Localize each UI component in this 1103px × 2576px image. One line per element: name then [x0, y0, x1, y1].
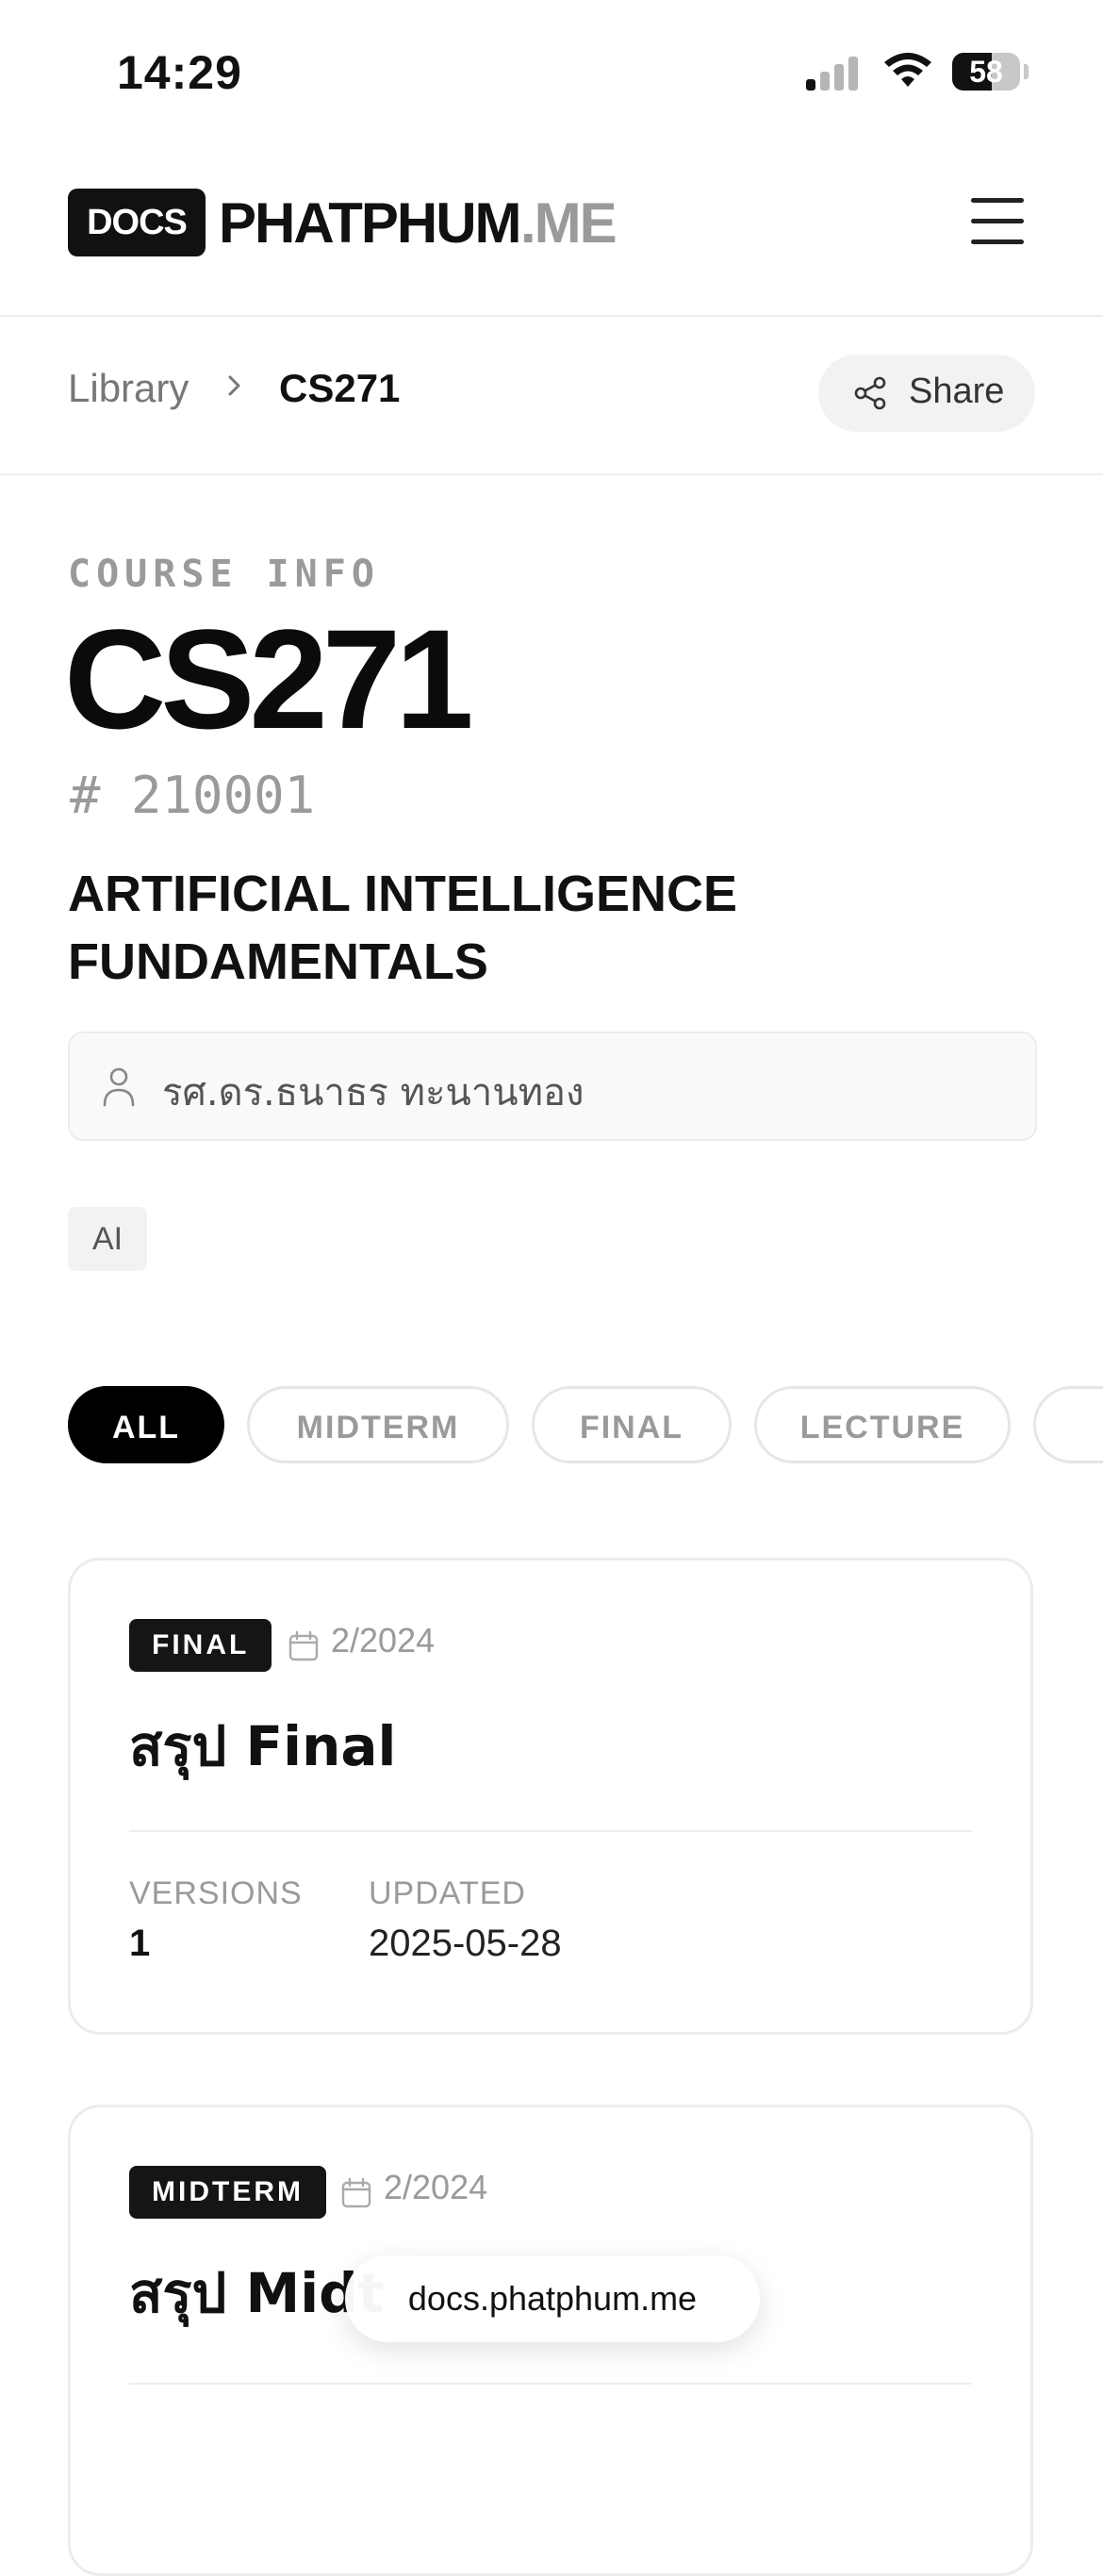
status-time: 14:29	[117, 46, 242, 99]
course-title: ARTIFICIAL INTELLIGENCE FUNDAMENTALS	[68, 860, 916, 996]
updated-value: 2025-05-28	[369, 1923, 562, 1964]
site-header: DOCS PHATPHUM .ME	[0, 141, 1103, 317]
breadcrumb-current: CS271	[279, 366, 401, 410]
breadcrumb: Library CS271 Share	[0, 317, 1103, 475]
course-id: # 210001	[70, 766, 315, 825]
logo-text[interactable]: PHATPHUM	[219, 190, 522, 256]
share-label: Share	[909, 372, 1005, 411]
calendar-icon	[341, 2177, 371, 2208]
course-title-line-1: ARTIFICIAL INTELLIGENCE	[68, 866, 737, 922]
hash-icon: #	[70, 766, 101, 825]
chevron-right-icon	[228, 375, 240, 396]
battery-tip	[1024, 64, 1029, 79]
battery-level: 58	[969, 55, 1003, 89]
versions-value: 1	[129, 1923, 151, 1964]
share-button[interactable]: Share	[818, 355, 1035, 432]
logo-badge[interactable]: DOCS	[68, 189, 206, 256]
document-card[interactable]: FINAL 2/2024 สรุป Final VERSIONS 1 UPDAT…	[68, 1558, 1033, 2035]
card-divider	[129, 2383, 972, 2385]
topic-tag[interactable]: AI	[68, 1207, 148, 1271]
document-term: 2/2024	[384, 2168, 488, 2206]
document-type-badge: FINAL	[129, 1619, 272, 1672]
card-divider	[129, 1830, 972, 1832]
battery-icon: 58	[952, 53, 1020, 91]
document-type-badge: MIDTERM	[129, 2166, 326, 2219]
user-icon	[103, 1067, 135, 1107]
filter-all[interactable]: ALL	[68, 1386, 224, 1463]
browser-url-bar[interactable]: docs.phatphum.me	[345, 2255, 760, 2342]
hamburger-menu-icon[interactable]	[971, 196, 1028, 247]
status-bar: 14:29 58	[0, 0, 1103, 141]
versions-label: VERSIONS	[129, 1875, 303, 1911]
filter-midterm[interactable]: MIDTERM	[247, 1386, 509, 1463]
course-id-value: 210001	[131, 766, 316, 825]
updated-label: UPDATED	[369, 1875, 526, 1911]
cellular-signal-icon	[806, 55, 863, 91]
document-term: 2/2024	[331, 1621, 436, 1660]
filter-lecture[interactable]: LECTURE	[754, 1386, 1011, 1463]
share-icon	[854, 376, 886, 410]
breadcrumb-library-link[interactable]: Library	[68, 366, 189, 411]
page-title: CS271	[64, 600, 474, 758]
instructor-box: รศ.ดร.ธนาธร ทะนานทอง	[68, 1032, 1037, 1141]
document-title: สรุป Final	[129, 1714, 397, 1778]
course-title-line-2: FUNDAMENTALS	[68, 933, 488, 990]
wifi-icon	[884, 53, 931, 87]
calendar-icon	[288, 1630, 319, 1661]
filter-final[interactable]: FINAL	[532, 1386, 732, 1463]
section-label: COURSE INFO	[68, 553, 380, 596]
instructor-name: รศ.ดร.ธนาธร ทะนานทอง	[162, 1071, 584, 1115]
filter-more[interactable]	[1033, 1386, 1103, 1463]
logo-suffix[interactable]: .ME	[520, 190, 617, 256]
filter-tabs: ALL MIDTERM FINAL LECTURE	[0, 1384, 1103, 1469]
